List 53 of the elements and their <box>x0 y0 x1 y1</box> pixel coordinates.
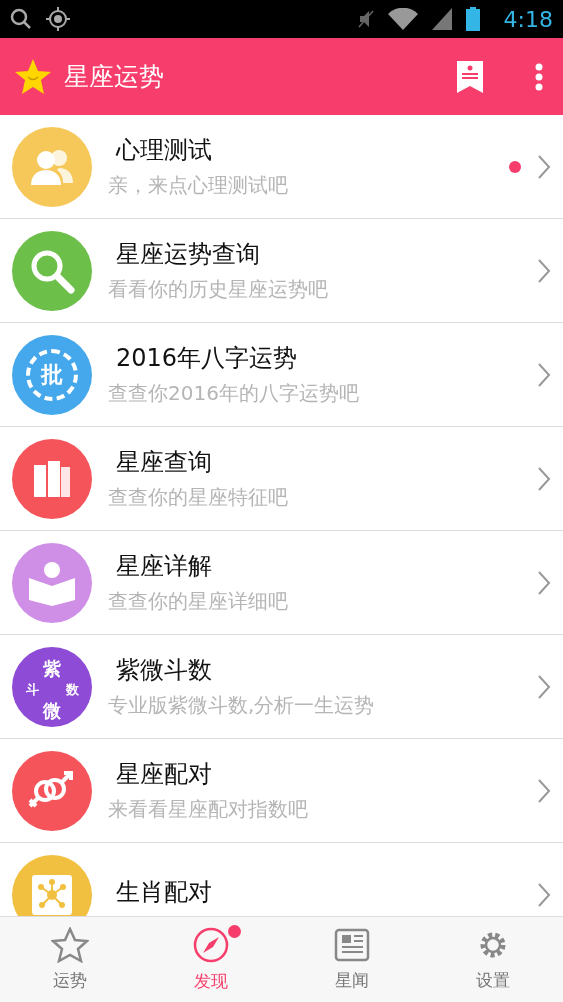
emblem-glyph: 紫 <box>43 656 61 681</box>
emblem-glyph: 斗 <box>25 680 39 699</box>
chevron-right-icon <box>537 777 551 804</box>
chevron-right-icon <box>537 673 551 700</box>
menu-list-item[interactable]: 紫 斗 数 微 紫微斗数 专业版紫微斗数,分析一生运势 <box>0 635 563 739</box>
muted-speaker-icon <box>357 9 374 29</box>
wifi-icon <box>387 8 418 30</box>
chevron-right-icon <box>537 257 551 284</box>
overflow-menu-icon[interactable] <box>535 62 543 91</box>
app-title: 星座运势 <box>64 61 165 93</box>
bottom-tab[interactable]: 星闻 <box>281 917 423 1002</box>
menu-list-item[interactable]: 星座运势查询 看看你的历史星座运势吧 <box>0 219 563 323</box>
chevron-right-icon <box>537 153 551 180</box>
item-subtitle: 专业版紫微斗数,分析一生运势 <box>108 692 376 719</box>
bookmark-icon[interactable] <box>457 60 483 93</box>
battery-icon <box>465 7 480 31</box>
emblem-glyph: 数 <box>65 680 79 699</box>
item-title: 生肖配对 <box>115 876 213 908</box>
smiling-star-logo <box>14 57 52 96</box>
menu-list-item[interactable]: 批 2016年八字运势 查查你2016年的八字运势吧 <box>0 323 563 427</box>
item-title: 心理测试 <box>115 135 213 166</box>
signal-icon <box>431 8 452 30</box>
item-subtitle: 来看看星座配对指数吧 <box>108 796 309 823</box>
clock: 4:18 <box>503 6 553 32</box>
menu-list-item[interactable]: 星座配对 来看看星座配对指数吧 <box>0 739 563 843</box>
seal-glyph: 批 <box>41 359 63 389</box>
gps-icon <box>46 7 70 31</box>
menu-list-item[interactable]: 星座详解 查查你的星座详细吧 <box>0 531 563 635</box>
item-subtitle: 查查你2016年的八字运势吧 <box>108 380 360 407</box>
bottom-tab[interactable]: 运势 <box>0 917 141 1002</box>
emblem-glyph: 微 <box>43 698 61 723</box>
compass-icon <box>192 926 231 964</box>
menu-list-item[interactable]: 心理测试 亲，来点心理测试吧 <box>0 115 563 219</box>
item-subtitle: 查查你的星座特征吧 <box>108 484 289 511</box>
item-subtitle: 亲，来点心理测试吧 <box>108 172 289 199</box>
star-icon <box>51 927 90 963</box>
item-title: 星座运势查询 <box>115 239 261 270</box>
chevron-right-icon <box>537 881 551 908</box>
chevron-right-icon <box>537 569 551 596</box>
menu-list-item[interactable]: 星座查询 查查你的星座特征吧 <box>0 427 563 531</box>
item-subtitle: 查查你的星座详细吧 <box>108 588 289 615</box>
chevron-right-icon <box>537 361 551 388</box>
item-title: 星座配对 <box>115 759 213 790</box>
item-title: 紫微斗数 <box>115 655 213 686</box>
item-title: 星座详解 <box>115 551 213 582</box>
item-title: 2016年八字运势 <box>115 343 299 374</box>
search-icon <box>10 8 32 30</box>
reader-icon <box>27 559 77 606</box>
item-subtitle: 看看你的历史星座运势吧 <box>108 276 329 303</box>
bottom-tab[interactable]: 设置 <box>422 917 563 1002</box>
item-title: 星座查询 <box>115 447 213 478</box>
chevron-right-icon <box>537 465 551 492</box>
newspaper-icon <box>333 927 370 963</box>
